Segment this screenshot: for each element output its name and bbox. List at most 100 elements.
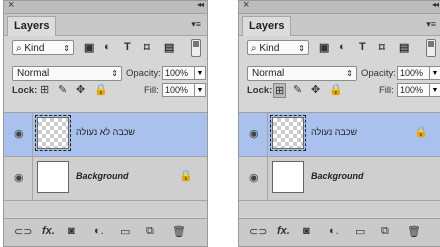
link-layers-icon[interactable]: ⊂⊃ [14,225,32,238]
filter-kind-label: Kind [259,43,280,54]
bottom-toolbar: ⊂⊃ fx. ◙ ◐. ▭ ⧉ 🗑 [239,218,440,246]
smartobject-filter-icon[interactable]: ▤ [399,41,409,54]
layer-thumbnail [35,115,71,151]
tab-layers[interactable]: Layers [242,16,292,36]
adjustment-filter-icon[interactable]: ◐ [104,41,111,53]
layers-panel-left: × ◂◂ Layers ▾≡ ⌕ Kind ⇕ ▣ ◐ T ⌑ ▤ Normal… [3,0,208,247]
tab-row: Layers ▾≡ [4,14,207,36]
layer-thumbnail [270,115,306,151]
lock-image-pixels-icon[interactable]: ✎ [58,83,67,96]
shape-filter-icon[interactable]: ⌑ [144,41,150,54]
lock-transparent-pixels-icon[interactable]: ⊞ [40,83,49,96]
layer-row-locked[interactable]: ◉ שכבה נעולה 🔒 [239,113,440,157]
bottom-toolbar: ⊂⊃ fx. ◙ ◐. ▭ ⧉ 🗑 [4,218,207,246]
lock-position-icon[interactable]: ✥ [76,83,85,96]
panel-menu-icon[interactable]: ▾≡ [191,19,201,30]
fill-label: Fill: [144,85,159,96]
new-layer-icon[interactable]: ⧉ [146,225,154,238]
layer-row-background[interactable]: ◉ Background 🔒 [4,157,207,201]
smartobject-filter-icon[interactable]: ▤ [164,41,174,54]
collapse-icon[interactable]: ◂◂ [197,0,204,9]
add-mask-icon[interactable]: ◙ [68,225,75,237]
lock-transparent-pixels-icon[interactable]: ⊞ [273,83,287,98]
lock-all-icon[interactable]: 🔒 [94,83,108,96]
blend-mode-select[interactable]: Normal ⇕ [12,66,122,81]
filter-kind-select[interactable]: ⌕ Kind ⇕ [247,40,309,55]
add-mask-icon[interactable]: ◙ [303,225,310,237]
layer-row-unlocked[interactable]: ◉ שכבה לא נעולה [4,113,207,157]
trash-icon[interactable]: 🗑 [407,225,421,238]
type-filter-icon[interactable]: T [359,41,366,53]
lock-icon: 🔒 [179,170,193,182]
panel-titlebar: × ◂◂ [4,0,207,14]
new-group-icon[interactable]: ▭ [355,225,365,238]
layer-name[interactable]: Background [311,171,364,181]
filter-row: ⌕ Kind ⇕ ▣ ◐ T ⌑ ▤ [4,36,207,60]
filter-kind-select[interactable]: ⌕ Kind ⇕ [12,40,74,55]
opacity-dropdown-arrow[interactable]: ▼ [429,66,440,80]
opacity-input[interactable]: 100% [397,66,430,80]
adjustment-layer-icon[interactable]: ◐. [329,225,339,237]
panel-titlebar: × ◂◂ [239,0,440,14]
fill-dropdown-arrow[interactable]: ▼ [194,83,206,97]
layer-name[interactable]: שכבה נעולה [311,127,357,137]
layers-list: ◉ שכבה לא נעולה ◉ Background 🔒 [4,112,207,217]
fx-icon[interactable]: fx. [42,225,55,237]
opacity-label: Opacity: [126,68,161,79]
blend-mode-value: Normal [252,68,285,79]
visibility-eye-icon[interactable]: ◉ [14,171,24,184]
lock-position-icon[interactable]: ✥ [311,83,320,96]
fill-label: Fill: [379,85,394,96]
adjustment-filter-icon[interactable]: ◐ [339,41,346,53]
chevron-updown-icon: ⇕ [346,69,353,78]
options-area: Normal ⇕ Opacity: 100% ▼ Lock: ⊞ ✎ ✥ 🔒 F… [239,61,440,111]
search-icon: ⌕ [16,43,22,54]
fill-input[interactable]: 100% [397,83,430,97]
filter-toggle-switch[interactable] [191,39,201,57]
opacity-dropdown-arrow[interactable]: ▼ [194,66,206,80]
fx-icon[interactable]: fx. [277,225,290,237]
visibility-eye-icon[interactable]: ◉ [249,171,259,184]
chevron-updown-icon: ⇕ [298,44,305,53]
blend-mode-select[interactable]: Normal ⇕ [247,66,357,81]
tab-row: Layers ▾≡ [239,14,440,36]
chevron-updown-icon: ⇕ [63,44,70,53]
tab-layers[interactable]: Layers [7,16,57,36]
pixel-filter-icon[interactable]: ▣ [84,41,94,54]
chevron-updown-icon: ⇕ [111,69,118,78]
visibility-eye-icon[interactable]: ◉ [249,127,259,140]
fill-input[interactable]: 100% [162,83,195,97]
new-layer-icon[interactable]: ⧉ [381,225,389,238]
link-layers-icon[interactable]: ⊂⊃ [249,225,267,238]
lock-icon: 🔒 [414,126,428,138]
layers-list: ◉ שכבה נעולה 🔒 ◉ Background [239,112,440,217]
fill-dropdown-arrow[interactable]: ▼ [429,83,440,97]
blend-mode-value: Normal [17,68,50,79]
layer-name[interactable]: Background [76,171,129,181]
adjustment-layer-icon[interactable]: ◐. [94,225,104,237]
opacity-input[interactable]: 100% [162,66,195,80]
layers-panel-right: × ◂◂ Layers ▾≡ ⌕ Kind ⇕ ▣ ◐ T ⌑ ▤ Normal… [238,0,440,247]
opacity-label: Opacity: [361,68,396,79]
lock-label: Lock: [12,85,38,96]
layer-thumbnail [37,161,69,193]
type-filter-icon[interactable]: T [124,41,131,53]
new-group-icon[interactable]: ▭ [120,225,130,238]
shape-filter-icon[interactable]: ⌑ [379,41,385,54]
trash-icon[interactable]: 🗑 [172,225,186,238]
pixel-filter-icon[interactable]: ▣ [319,41,329,54]
collapse-icon[interactable]: ◂◂ [432,0,439,9]
close-icon[interactable]: × [8,0,14,11]
lock-all-icon[interactable]: 🔒 [329,83,343,96]
close-icon[interactable]: × [243,0,249,11]
lock-image-pixels-icon[interactable]: ✎ [293,83,302,96]
filter-kind-label: Kind [24,43,45,54]
layer-thumbnail [272,161,304,193]
layer-name[interactable]: שכבה לא נעולה [76,127,135,137]
filter-row: ⌕ Kind ⇕ ▣ ◐ T ⌑ ▤ [239,36,440,60]
visibility-eye-icon[interactable]: ◉ [14,127,24,140]
panel-menu-icon[interactable]: ▾≡ [426,19,436,30]
lock-label: Lock: [247,85,273,96]
filter-toggle-switch[interactable] [426,39,436,57]
layer-row-background[interactable]: ◉ Background [239,157,440,201]
